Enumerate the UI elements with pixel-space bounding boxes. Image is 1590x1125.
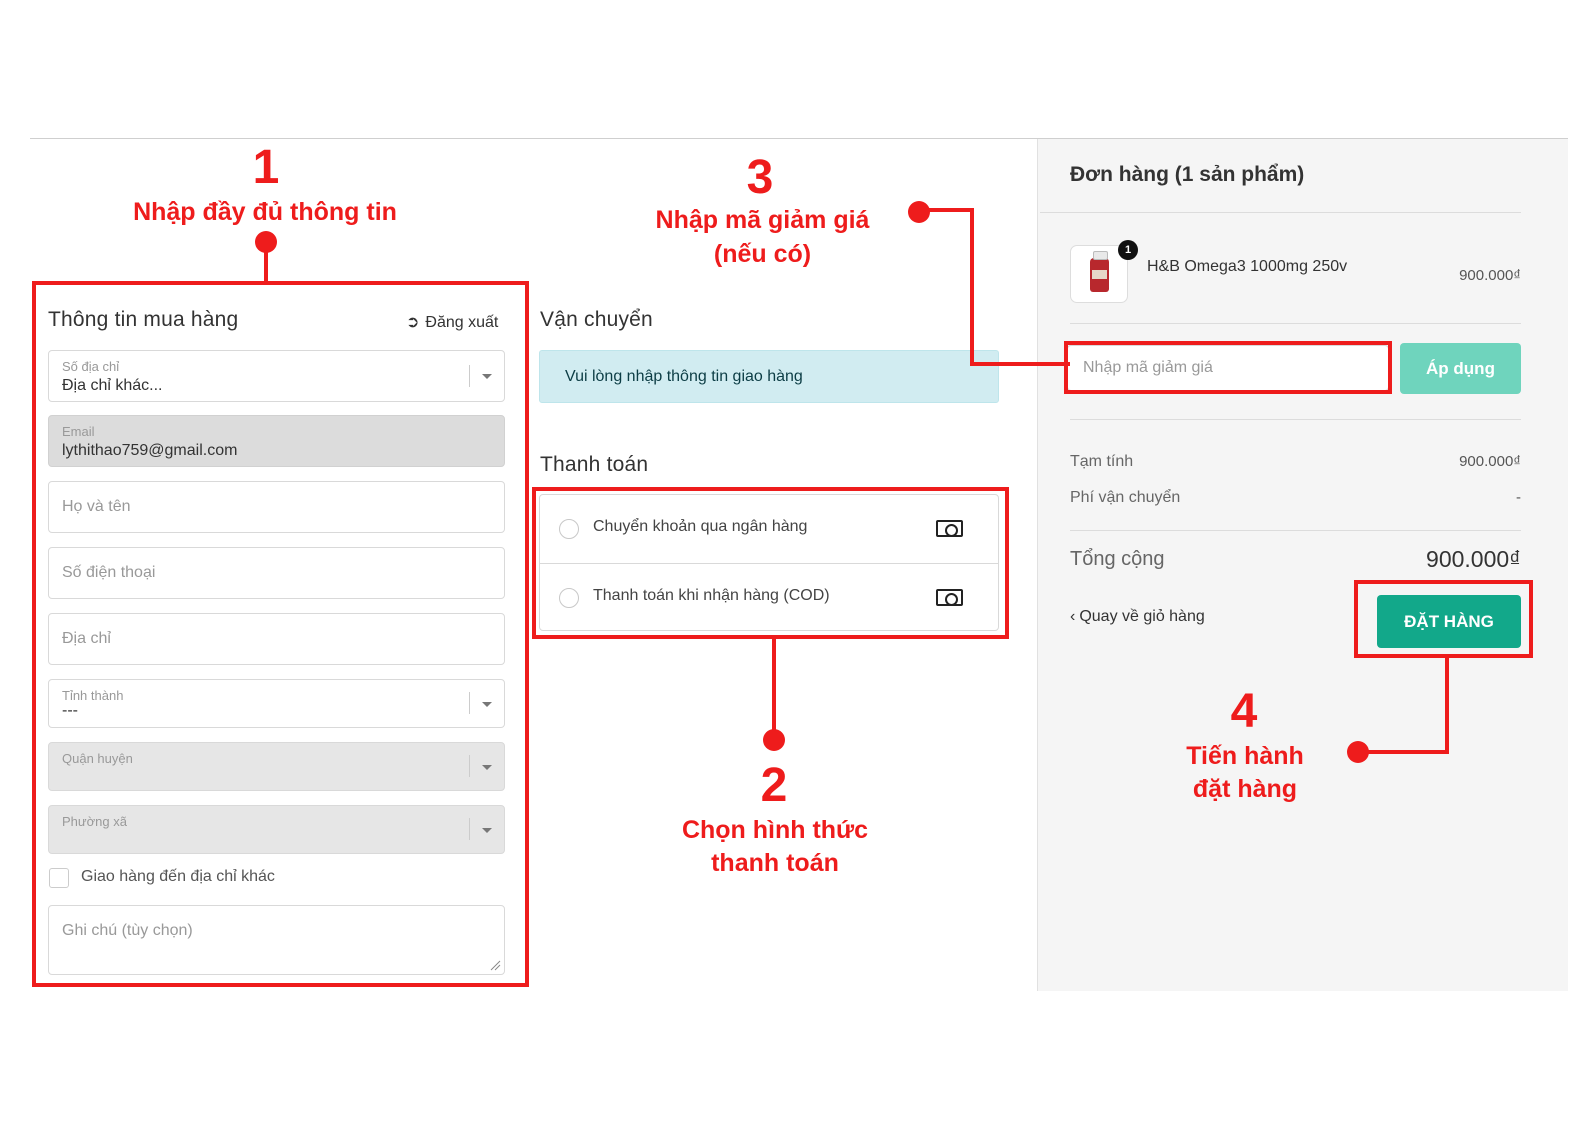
- shipping-fee-label: Phí vận chuyển: [1070, 489, 1181, 506]
- quantity-badge: 1: [1118, 240, 1138, 260]
- step4-dot: [1347, 741, 1369, 763]
- shipping-info-alert: Vui lòng nhập thông tin giao hàng: [539, 350, 999, 403]
- summary-divider: [1040, 212, 1521, 213]
- step4-text-line2: đặt hàng: [1192, 775, 1298, 803]
- step3-text-line1: Nhập mã giảm giá: [655, 206, 870, 234]
- step4-number: 4: [1230, 685, 1258, 738]
- step3-highlight-box: [1064, 341, 1392, 394]
- step4-connector: [1445, 656, 1449, 754]
- step2-text-line1: Chọn hình thức: [681, 816, 869, 844]
- step2-highlight-box: [532, 487, 1009, 639]
- subtotal-value: 900.000₫: [1459, 453, 1521, 470]
- shipping-title: Vận chuyển: [540, 308, 653, 331]
- step3-number: 3: [746, 151, 774, 204]
- step1-connector: [264, 248, 268, 284]
- product-name: H&B Omega3 1000mg 250v: [1147, 258, 1348, 275]
- back-to-cart-label: Quay về giỏ hàng: [1079, 608, 1205, 625]
- step2-dot: [763, 729, 785, 751]
- step3-connector: [970, 208, 974, 366]
- total-label: Tổng cộng: [1070, 548, 1165, 570]
- step1-number: 1: [252, 141, 280, 194]
- subtotal-label: Tạm tính: [1070, 453, 1134, 470]
- step4-connector: [1358, 750, 1449, 754]
- shipping-fee-value: -: [1516, 489, 1521, 506]
- step2-connector: [772, 637, 776, 735]
- product-bottle-icon: [1090, 251, 1109, 292]
- summary-divider: [1070, 419, 1521, 420]
- product-price: 900.000₫: [1459, 267, 1521, 284]
- step3-connector: [970, 362, 1070, 366]
- chevron-left-icon: ‹: [1070, 608, 1076, 625]
- shipping-info-text: Vui lòng nhập thông tin giao hàng: [565, 368, 803, 385]
- total-value: 900.000₫: [1426, 546, 1521, 572]
- step4-highlight-box: [1354, 580, 1533, 658]
- step3-connector: [918, 208, 974, 212]
- step3-dot: [908, 201, 930, 223]
- summary-divider: [1070, 530, 1521, 531]
- step1-text: Nhập đầy đủ thông tin: [133, 198, 397, 226]
- step3-text-line2: (nếu có): [713, 240, 812, 268]
- apply-discount-button[interactable]: Áp dụng: [1400, 343, 1521, 394]
- order-summary-title: Đơn hàng (1 sản phẩm): [1070, 163, 1305, 186]
- step2-number: 2: [760, 759, 788, 812]
- step1-highlight-box: [32, 281, 529, 987]
- step2-text-line2: thanh toán: [711, 849, 839, 877]
- back-to-cart-link[interactable]: ‹ Quay về giỏ hàng: [1070, 608, 1205, 626]
- payment-title: Thanh toán: [540, 453, 649, 476]
- summary-divider: [1070, 323, 1521, 324]
- step4-text-line1: Tiến hành: [1186, 742, 1304, 770]
